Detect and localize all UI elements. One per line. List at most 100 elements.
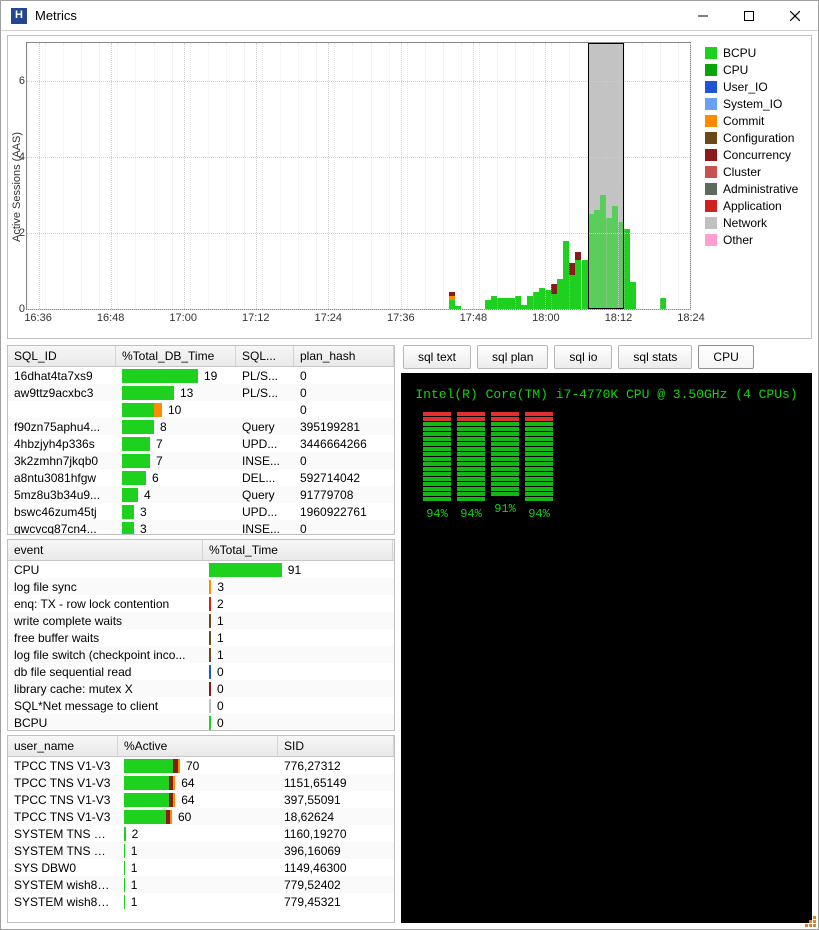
cpu-core-pct: 91% (494, 502, 516, 516)
plan-hash-cell: 3446664266 (294, 437, 394, 451)
table-row[interactable]: write complete waits1 (8, 612, 394, 629)
close-button[interactable] (772, 1, 818, 30)
legend-swatch (705, 47, 717, 59)
table-row[interactable]: f90zn75aphu4...8Query395199281 (8, 418, 394, 435)
legend-label: Other (723, 233, 753, 247)
table-row[interactable]: SYSTEM wish86t...1779,45321 (8, 893, 394, 910)
user-name-cell: SYSTEM TNS V1-... (8, 844, 118, 858)
table-row[interactable]: db file sequential read0 (8, 663, 394, 680)
table-row[interactable]: free buffer waits1 (8, 629, 394, 646)
selection-rectangle[interactable] (588, 43, 624, 309)
sql-table[interactable]: SQL_ID%Total_DB_TimeSQL...plan_hash 16dh… (7, 345, 395, 535)
pct-bar-cell: 7 (116, 437, 236, 451)
sql-id-cell: 5mz8u3b34u9... (8, 488, 116, 502)
legend-label: Network (723, 216, 767, 230)
table-row[interactable]: enq: TX - row lock contention2 (8, 595, 394, 612)
plan-hash-cell: 395199281 (294, 420, 394, 434)
legend-item[interactable]: BCPU (705, 46, 807, 60)
tab-CPU[interactable]: CPU (698, 345, 753, 369)
column-header[interactable]: %Total_DB_Time (116, 346, 236, 366)
maximize-button[interactable] (726, 1, 772, 30)
legend-item[interactable]: Administrative (705, 182, 807, 196)
legend-item[interactable]: System_IO (705, 97, 807, 111)
table-row[interactable]: bswc46zum45tj3UPD...1960922761 (8, 503, 394, 520)
legend-label: CPU (723, 63, 748, 77)
legend-item[interactable]: User_IO (705, 80, 807, 94)
table-row[interactable]: CPU91 (8, 561, 394, 578)
minimize-button[interactable] (680, 1, 726, 30)
legend-item[interactable]: CPU (705, 63, 807, 77)
table-row[interactable]: TPCC TNS V1-V370776,27312 (8, 757, 394, 774)
event-name-cell: write complete waits (8, 614, 203, 628)
table-row[interactable]: aw9ttz9acxbc313PL/S...0 (8, 384, 394, 401)
table-row[interactable]: 3k2zmhn7jkqb07INSE...0 (8, 452, 394, 469)
sql-type-cell: INSE... (236, 522, 294, 536)
tab-sql-plan[interactable]: sql plan (477, 345, 548, 369)
column-header[interactable]: %Total_Time (203, 540, 393, 560)
pct-bar-cell: 64 (118, 776, 278, 790)
table-row[interactable]: 16dhat4ta7xs919PL/S...0 (8, 367, 394, 384)
legend-item[interactable]: Commit (705, 114, 807, 128)
legend-item[interactable]: Other (705, 233, 807, 247)
column-header[interactable]: SID (278, 736, 394, 756)
cpu-core-pct: 94% (460, 507, 482, 521)
pct-bar-cell: 13 (116, 386, 236, 400)
table-row[interactable]: 4hbzjyh4p336s7UPD...3446664266 (8, 435, 394, 452)
pct-bar-cell: 6 (116, 471, 236, 485)
table-row[interactable]: SYSTEM TNS V1-...21160,19270 (8, 825, 394, 842)
sid-cell: 1151,65149 (278, 776, 394, 790)
pct-bar-cell: 1 (203, 614, 393, 628)
sql-type-cell: Query (236, 488, 294, 502)
legend-item[interactable]: Configuration (705, 131, 807, 145)
table-row[interactable]: gwcvcq87cn4...3INSE...0 (8, 520, 394, 535)
table-row[interactable]: SYSTEM wish86t...1779,52402 (8, 876, 394, 893)
legend-item[interactable]: Cluster (705, 165, 807, 179)
plan-hash-cell: 0 (294, 386, 394, 400)
resize-grip[interactable] (802, 913, 816, 927)
x-tick: 18:00 (532, 312, 560, 324)
sql-type-cell: INSE... (236, 454, 294, 468)
user-table[interactable]: user_name%ActiveSID TPCC TNS V1-V370776,… (7, 735, 395, 923)
cpu-core: 94% (423, 412, 451, 521)
legend-swatch (705, 200, 717, 212)
pct-bar-cell: 1 (118, 895, 278, 909)
column-header[interactable]: plan_hash (294, 346, 394, 366)
legend-item[interactable]: Concurrency (705, 148, 807, 162)
legend-swatch (705, 149, 717, 161)
table-row[interactable]: a8ntu3081hfgw6DEL...592714042 (8, 469, 394, 486)
plot-area[interactable]: 0246 (26, 42, 691, 310)
column-header[interactable]: user_name (8, 736, 118, 756)
table-row[interactable]: BCPU0 (8, 714, 394, 731)
pct-bar-cell: 70 (118, 759, 278, 773)
pct-bar-cell: 64 (118, 793, 278, 807)
event-table[interactable]: event%Total_Time CPU91log file sync3enq:… (7, 539, 395, 731)
tab-sql-text[interactable]: sql text (403, 345, 471, 369)
table-row[interactable]: library cache: mutex X0 (8, 680, 394, 697)
tab-sql-stats[interactable]: sql stats (618, 345, 692, 369)
y-tick: 2 (19, 227, 25, 239)
event-name-cell: log file sync (8, 580, 203, 594)
sql-type-cell: UPD... (236, 437, 294, 451)
table-row[interactable]: 100 (8, 401, 394, 418)
column-header[interactable]: %Active (118, 736, 278, 756)
column-header[interactable]: SQL_ID (8, 346, 116, 366)
column-header[interactable]: SQL... (236, 346, 294, 366)
legend-item[interactable]: Network (705, 216, 807, 230)
table-row[interactable]: log file switch (checkpoint inco...1 (8, 646, 394, 663)
legend-item[interactable]: Application (705, 199, 807, 213)
tab-sql-io[interactable]: sql io (554, 345, 612, 369)
sql-id-cell: 16dhat4ta7xs9 (8, 369, 116, 383)
column-header[interactable]: event (8, 540, 203, 560)
table-row[interactable]: 5mz8u3b34u9...4Query91779708 (8, 486, 394, 503)
legend-swatch (705, 166, 717, 178)
user-name-cell: TPCC TNS V1-V3 (8, 810, 118, 824)
table-row[interactable]: SYSTEM TNS V1-...1396,16069 (8, 842, 394, 859)
table-row[interactable]: SYS DBW011149,46300 (8, 859, 394, 876)
event-name-cell: log file switch (checkpoint inco... (8, 648, 203, 662)
table-row[interactable]: log file sync3 (8, 578, 394, 595)
table-row[interactable]: TPCC TNS V1-V3641151,65149 (8, 774, 394, 791)
table-row[interactable]: SQL*Net message to client0 (8, 697, 394, 714)
table-row[interactable]: TPCC TNS V1-V364397,55091 (8, 791, 394, 808)
aas-chart[interactable]: Active Sessions (AAS) 0246 16:3616:4817:… (7, 35, 812, 339)
table-row[interactable]: TPCC TNS V1-V36018,62624 (8, 808, 394, 825)
